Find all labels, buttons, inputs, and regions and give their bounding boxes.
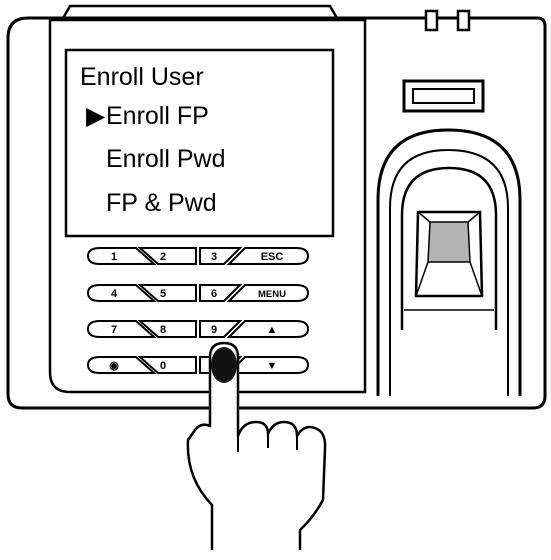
key-esc-label: ESC	[261, 251, 284, 263]
key-1-label: 1	[111, 251, 117, 263]
indicator-light-right	[456, 9, 471, 32]
key-6-label: 6	[211, 288, 217, 300]
key-power-icon-label: ◉	[109, 360, 119, 372]
key-4-label: 4	[111, 288, 118, 300]
fingerprint-sensor-glass[interactable]	[427, 221, 471, 263]
fingertip-press	[211, 347, 237, 383]
key-8-label: 8	[160, 324, 166, 336]
key-2-label: 2	[160, 251, 166, 263]
key-3-label: 3	[211, 251, 217, 263]
lcd-title: Enroll User	[80, 63, 204, 91]
card-slot-inner	[412, 88, 475, 104]
lcd-cursor-icon: ▶	[86, 102, 106, 130]
key-down-arrow-label: ▼	[267, 360, 278, 372]
key-5-label: 5	[160, 288, 166, 300]
indicator-light-left	[424, 9, 439, 32]
lcd-menu-item-fp-pwd[interactable]: FP & Pwd	[106, 189, 217, 217]
key-up-arrow-label: ▲	[267, 324, 278, 336]
fingerprint-terminal-diagram: Enroll User ▶ Enroll FP Enroll Pwd FP & …	[6, 4, 547, 550]
key-menu-label: MENU	[258, 289, 286, 300]
lcd-menu-item-enroll-fp[interactable]: Enroll FP	[106, 102, 209, 130]
key-0-label: 0	[160, 360, 166, 372]
key-7-label: 7	[111, 324, 117, 336]
key-9-label: 9	[211, 324, 217, 336]
lcd-menu-item-enroll-pwd[interactable]: Enroll Pwd	[106, 145, 226, 173]
